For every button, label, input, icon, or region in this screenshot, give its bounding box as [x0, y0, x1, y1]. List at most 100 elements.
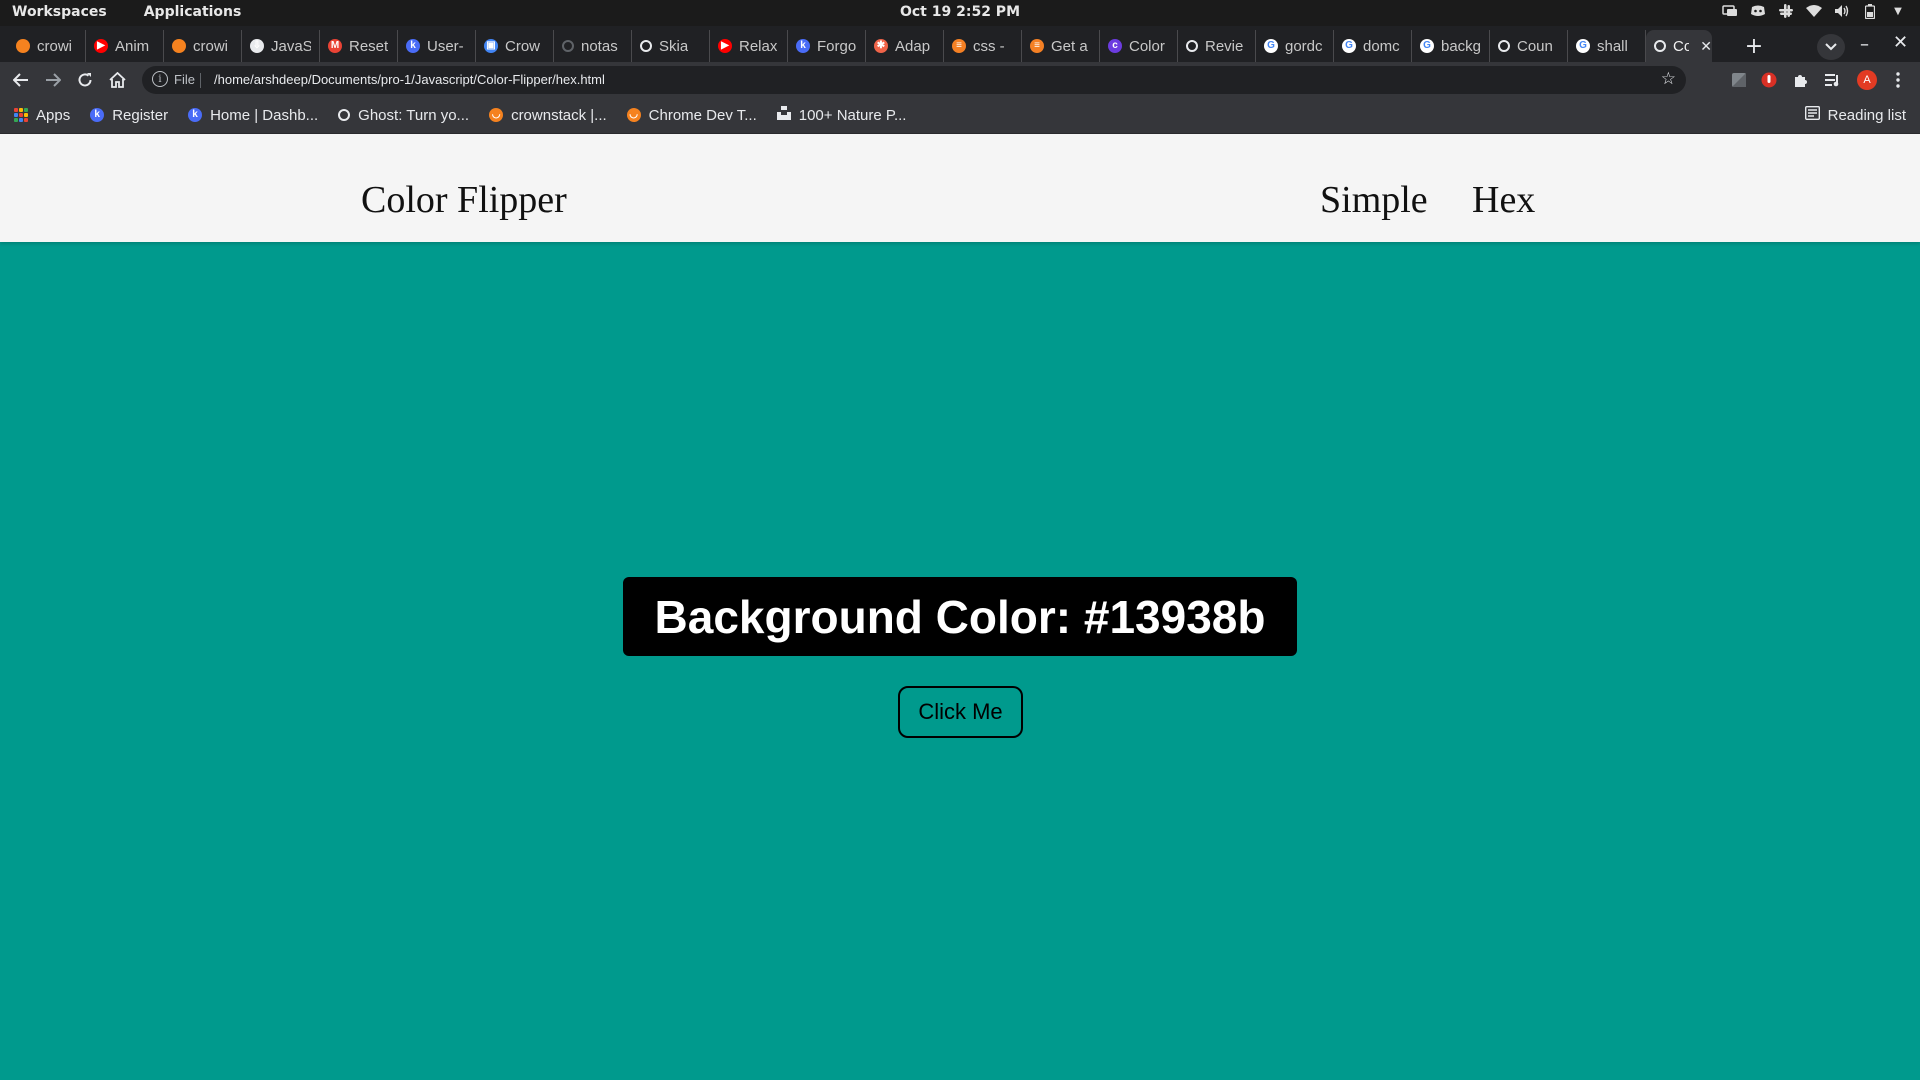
- globe-icon: [1654, 40, 1666, 52]
- ghost-icon: [338, 109, 351, 121]
- browser-tab[interactable]: Gshall: [1568, 30, 1646, 62]
- tab-title: Skia: [659, 37, 689, 55]
- forward-button[interactable]: [42, 69, 64, 91]
- bookmark-star-icon[interactable]: ☆: [1661, 69, 1676, 89]
- browser-tab[interactable]: Revie: [1178, 30, 1256, 62]
- browser-tab[interactable]: ▶ Relax: [710, 30, 788, 62]
- browser-toolbar: i File /home/arshdeep/Documents/pro-1/Ja…: [0, 62, 1920, 98]
- bookmark-register[interactable]: k Register: [90, 106, 168, 124]
- applications-menu[interactable]: Applications: [144, 4, 242, 20]
- browser-tab[interactable]: ▶ Anim: [86, 30, 164, 62]
- browser-tab[interactable]: ▣ Crow: [476, 30, 554, 62]
- close-window-button[interactable]: ✕: [1893, 32, 1908, 53]
- home-button[interactable]: [106, 69, 128, 91]
- bookmark-apps[interactable]: Apps: [14, 106, 70, 124]
- browser-tab[interactable]: ✱ Adap: [866, 30, 944, 62]
- new-tab-button[interactable]: +: [1740, 32, 1768, 60]
- loading-icon: [562, 40, 574, 52]
- back-button[interactable]: [10, 69, 32, 91]
- discord-icon[interactable]: [1750, 3, 1766, 19]
- clock[interactable]: Oct 19 2:52 PM: [0, 4, 1920, 20]
- address-bar[interactable]: i File /home/arshdeep/Documents/pro-1/Ja…: [142, 66, 1686, 94]
- profile-avatar[interactable]: A: [1857, 70, 1877, 90]
- extension-red-icon[interactable]: [1760, 71, 1778, 89]
- browser-tab[interactable]: crowi: [164, 30, 242, 62]
- bookmark-crownstack[interactable]: ◡ crownstack |...: [489, 106, 607, 124]
- stackoverflow-icon: ≡: [952, 39, 966, 53]
- google-icon: G: [1576, 39, 1590, 53]
- bookmark-home-dashboard[interactable]: k Home | Dashb...: [188, 106, 318, 124]
- tab-title: shall: [1597, 37, 1628, 55]
- tab-title: backg: [1441, 37, 1481, 55]
- browser-tab[interactable]: notas: [554, 30, 632, 62]
- url-text[interactable]: /home/arshdeep/Documents/pro-1/Javascrip…: [214, 72, 605, 87]
- tab-title: Co: [1673, 37, 1690, 55]
- tab-title: Adap: [895, 37, 931, 55]
- tab-title: css -: [973, 37, 1005, 55]
- extension-square-icon[interactable]: [1730, 71, 1748, 89]
- tab-title: Forgo: [817, 37, 857, 55]
- media-control-icon[interactable]: [1824, 71, 1842, 89]
- browser-tab[interactable]: crowi: [8, 30, 86, 62]
- k-logo-icon: k: [90, 108, 105, 122]
- tab-search-button[interactable]: [1817, 34, 1845, 60]
- reading-list-icon: [1804, 105, 1820, 124]
- bookmark-nature-photos[interactable]: 100+ Nature P...: [776, 106, 906, 124]
- browser-tab-active[interactable]: Co ✕: [1646, 30, 1712, 62]
- code-icon: ⇩: [250, 39, 264, 53]
- bookmark-ghost[interactable]: Ghost: Turn yo...: [338, 106, 469, 124]
- k-logo-icon: k: [406, 39, 420, 53]
- tab-title: crowi: [37, 37, 73, 55]
- bookmark-label: Chrome Dev T...: [648, 106, 757, 124]
- bookmark-label: crownstack |...: [511, 106, 607, 124]
- bookmark-label: Register: [112, 106, 169, 124]
- tab-title: Reset: [349, 37, 389, 55]
- browser-tab[interactable]: ≡ Get a: [1022, 30, 1100, 62]
- close-tab-icon[interactable]: ✕: [1700, 38, 1712, 55]
- nav-link-hex[interactable]: Hex: [1472, 178, 1535, 222]
- reading-list-button[interactable]: Reading list: [1804, 105, 1906, 124]
- battery-icon[interactable]: [1862, 3, 1878, 19]
- background-color-label: Background Color: #13938b: [623, 577, 1297, 656]
- click-me-button[interactable]: Click Me: [898, 686, 1023, 738]
- bookmark-label: Ghost: Turn yo...: [358, 106, 470, 124]
- apps-grid-icon: [14, 108, 28, 122]
- browser-tab[interactable]: k Forgo: [788, 30, 866, 62]
- browser-tab[interactable]: k User-: [398, 30, 476, 62]
- extensions-puzzle-icon[interactable]: [1792, 71, 1810, 89]
- browser-tab[interactable]: Skia: [632, 30, 710, 62]
- tab-title: notas: [581, 37, 618, 55]
- browser-tab[interactable]: c Color: [1100, 30, 1178, 62]
- wifi-icon[interactable]: [1806, 3, 1822, 19]
- browser-tab[interactable]: Ggordc: [1256, 30, 1334, 62]
- bookmark-chrome-dev-tools[interactable]: ◡ Chrome Dev T...: [626, 106, 757, 124]
- bookmark-label: Home | Dashb...: [210, 106, 319, 124]
- system-menu-chevron-icon[interactable]: ▼: [1890, 3, 1906, 19]
- screen-share-icon[interactable]: [1722, 3, 1738, 19]
- workspaces-menu[interactable]: Workspaces: [12, 4, 107, 20]
- site-brand[interactable]: Color Flipper: [361, 178, 567, 222]
- tab-title: Crow: [505, 37, 541, 55]
- slack-icon[interactable]: [1778, 3, 1794, 19]
- asterisk-icon: ✱: [874, 39, 888, 53]
- browser-tab[interactable]: Gdomc: [1334, 30, 1412, 62]
- tab-title: Coun: [1517, 37, 1553, 55]
- browser-tab[interactable]: ≡ css -: [944, 30, 1022, 62]
- browser-tab[interactable]: Coun: [1490, 30, 1568, 62]
- youtube-icon: ▶: [94, 39, 108, 53]
- minimize-window-button[interactable]: –: [1860, 34, 1869, 55]
- image-icon: ▣: [484, 39, 498, 53]
- browser-tab[interactable]: Gbackg: [1412, 30, 1490, 62]
- browser-menu-kebab-icon[interactable]: [1889, 71, 1907, 89]
- crownstack-icon: ◡: [626, 108, 641, 122]
- browser-tab[interactable]: M Reset: [320, 30, 398, 62]
- reload-button[interactable]: [74, 69, 96, 91]
- volume-icon[interactable]: [1834, 3, 1850, 19]
- k-logo-icon: k: [796, 39, 810, 53]
- browser-tab[interactable]: ⇩ JavaS: [242, 30, 320, 62]
- tab-title: Anim: [115, 37, 150, 55]
- tab-title: domc: [1363, 37, 1400, 55]
- tab-strip: crowi ▶ Anim crowi ⇩ JavaS M Reset k User- ▣ Crow no…: [0, 26, 1920, 62]
- site-info-icon[interactable]: i: [152, 71, 168, 87]
- nav-link-simple[interactable]: Simple: [1320, 178, 1428, 222]
